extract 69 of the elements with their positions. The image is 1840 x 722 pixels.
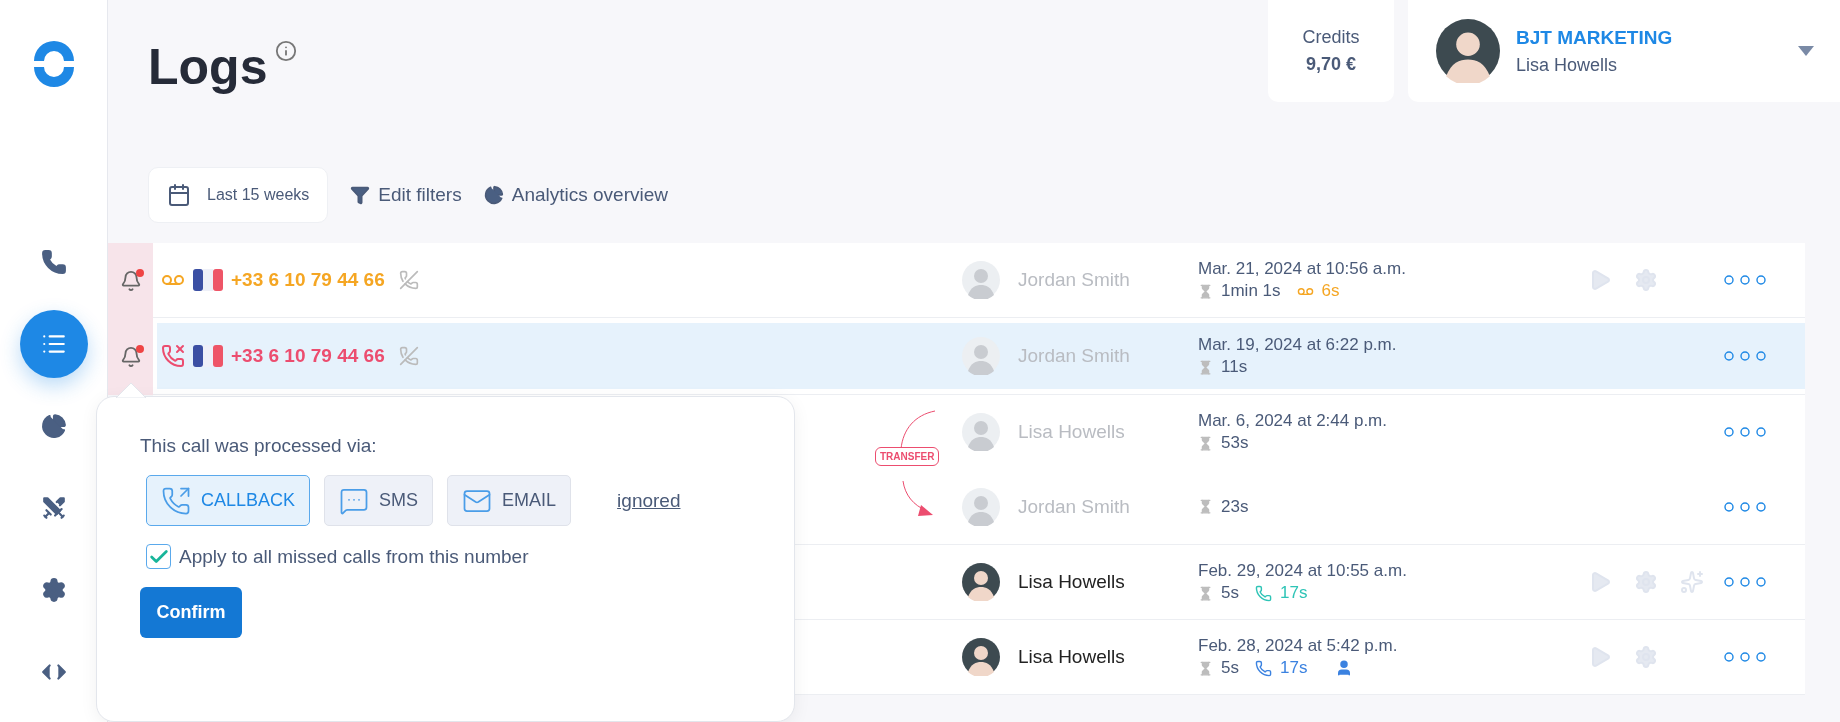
agent-name: Lisa Howells <box>1018 571 1126 593</box>
flag-icon <box>193 345 223 367</box>
flag-icon <box>193 269 223 291</box>
confirm-button[interactable]: Confirm <box>140 587 242 638</box>
call-date: Feb. 28, 2024 at 5:42 p.m. <box>1198 636 1399 656</box>
bell-icon[interactable] <box>119 269 142 292</box>
hourglass-icon <box>1198 585 1213 601</box>
call-duration: 23s <box>1221 496 1249 517</box>
extra-duration: 17s <box>1279 583 1308 603</box>
agent-name: Jordan Smith <box>1018 345 1131 367</box>
list-icon[interactable] <box>19 310 88 378</box>
avatar <box>962 563 1000 601</box>
more-options-icon[interactable] <box>1724 275 1766 285</box>
dropdown-caret-icon[interactable] <box>1798 46 1814 56</box>
calendar-icon <box>167 183 191 207</box>
hourglass-icon <box>1198 660 1213 676</box>
transfer-badge: TRANSFER <box>875 447 940 466</box>
credits-label: Credits <box>1302 27 1360 48</box>
avatar <box>962 413 1000 452</box>
edit-filters-button[interactable]: Edit filters <box>350 184 462 206</box>
avatar <box>962 337 1000 375</box>
hang-up-icon[interactable] <box>398 270 419 290</box>
more-options-icon[interactable] <box>1724 652 1766 662</box>
user-name: Lisa Howells <box>1516 54 1619 76</box>
call-date: Mar. 6, 2024 at 2:44 p.m. <box>1198 411 1388 432</box>
bell-icon[interactable] <box>119 345 142 368</box>
agent-name: Lisa Howells <box>1018 646 1126 668</box>
hourglass-icon <box>1198 283 1213 299</box>
hourglass-icon <box>1198 499 1213 515</box>
agent-name: Jordan Smith <box>1018 269 1131 291</box>
call-duration: 11s <box>1221 357 1248 377</box>
processing-option[interactable]: EMAIL <box>447 475 572 526</box>
call-duration: 5s <box>1221 658 1239 678</box>
log-row[interactable]: +33 6 10 79 44 66 Jordan Smith Mar. 21, 2024 at 10:56 a.m. 1min 1s 6s <box>153 243 1805 318</box>
log-row[interactable]: +33 6 10 79 44 66 Jordan Smith Mar. 19, 2024 at 6:22 p.m. 11s <box>153 318 1805 395</box>
filter-icon <box>350 185 371 205</box>
call-duration: 53s <box>1221 433 1249 454</box>
pie-chart-icon <box>483 185 504 205</box>
extra-duration: 17s <box>1279 658 1308 678</box>
agent-name: Lisa Howells <box>1018 421 1126 444</box>
ignored-link[interactable]: ignored <box>617 489 681 512</box>
call-duration: 5s <box>1221 583 1239 603</box>
agent-name: Jordan Smith <box>1018 495 1131 518</box>
more-options-icon[interactable] <box>1724 501 1766 512</box>
apply-all-label: Apply to all missed calls from this number <box>179 545 529 568</box>
analytics-button[interactable]: Analytics overview <box>483 184 668 206</box>
hourglass-icon <box>1198 359 1213 375</box>
info-icon[interactable] <box>275 40 298 62</box>
call-duration: 1min 1s <box>1221 281 1281 301</box>
account-card[interactable]: BJT MARKETING Lisa Howells <box>1408 0 1840 102</box>
page-title: Logs <box>148 38 268 96</box>
extra-duration: 6s <box>1321 281 1340 301</box>
avatar <box>962 261 1000 299</box>
more-options-icon[interactable] <box>1724 351 1766 361</box>
avatar <box>962 638 1000 676</box>
more-options-icon[interactable] <box>1724 427 1766 438</box>
avatar <box>962 487 1000 526</box>
hourglass-icon <box>1198 435 1213 451</box>
credits-value: 9,70 € <box>1305 54 1356 75</box>
call-date: Mar. 21, 2024 at 10:56 a.m. <box>1198 259 1407 279</box>
processing-option[interactable]: SMS <box>324 475 434 526</box>
callback-icon <box>161 485 191 516</box>
more-options-icon[interactable] <box>1724 577 1766 587</box>
apply-all-checkbox[interactable] <box>146 544 171 569</box>
avatar <box>1436 19 1500 83</box>
call-date: Mar. 19, 2024 at 6:22 p.m. <box>1198 335 1398 355</box>
company-name: BJT MARKETING <box>1516 26 1673 49</box>
call-date: Feb. 29, 2024 at 10:55 a.m. <box>1198 561 1408 581</box>
date-range-button[interactable]: Last 15 weeks <box>148 167 329 223</box>
